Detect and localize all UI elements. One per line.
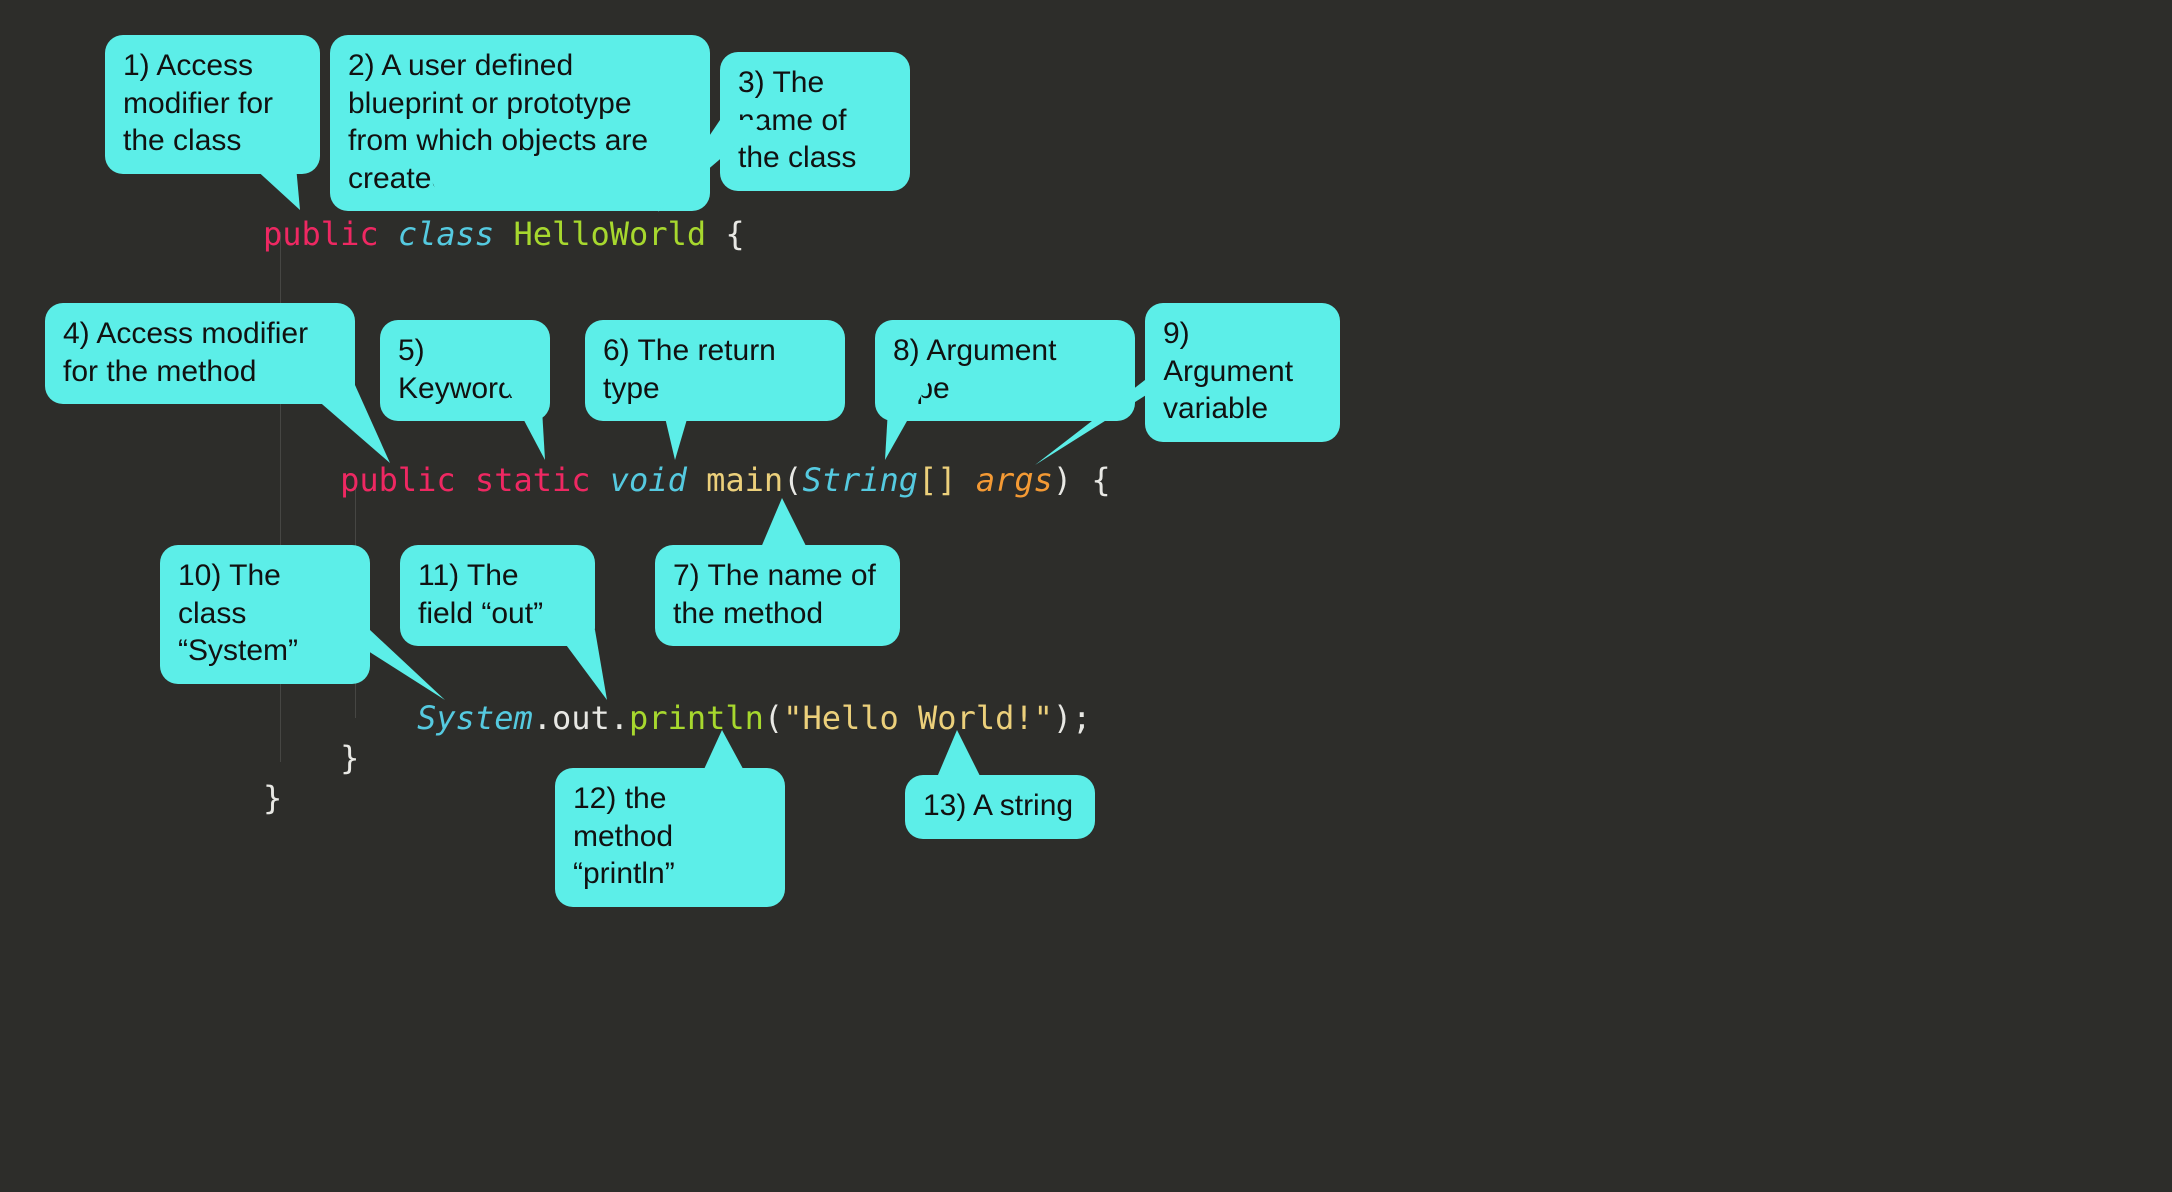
annotation-text: 8) Argument type xyxy=(893,334,1056,405)
annotation-text: 11) The field “out” xyxy=(418,559,543,630)
annotation-text: 6) The return type xyxy=(603,334,776,405)
annotation-text: 4) Access modifier for the method xyxy=(63,317,308,388)
annotation-4: 4) Access modifier for the method xyxy=(45,303,355,404)
token-class: class xyxy=(398,215,494,253)
token-public: public xyxy=(263,215,379,253)
annotation-8: 8) Argument type xyxy=(875,320,1135,421)
code-line-3: System.out.println("Hello World!"); xyxy=(263,698,1091,738)
annotation-7: 7) The name of the method xyxy=(655,545,900,646)
annotation-9: 9) Argument variable xyxy=(1145,303,1340,442)
token-classname: HelloWorld xyxy=(513,215,706,253)
code-line-1: public class HelloWorld { xyxy=(263,214,745,254)
token-string-literal: "Hello World!" xyxy=(783,699,1053,737)
token-static: static xyxy=(475,461,591,499)
diagram-canvas: 1) Access modifier for the class 2) A us… xyxy=(0,0,1507,827)
annotation-text: 1) Access modifier for the class xyxy=(123,49,273,157)
token-println: println xyxy=(629,699,764,737)
annotation-10: 10) The class “System” xyxy=(160,545,370,684)
token-out: out xyxy=(552,699,610,737)
annotation-11: 11) The field “out” xyxy=(400,545,595,646)
code-line-4: } xyxy=(263,738,359,778)
code-line-2: public static void main(String[] args) { xyxy=(263,460,1111,500)
annotation-1: 1) Access modifier for the class xyxy=(105,35,320,174)
annotation-6: 6) The return type xyxy=(585,320,845,421)
token-args: args xyxy=(976,461,1053,499)
annotation-text: 2) A user defined blueprint or prototype… xyxy=(348,49,648,195)
annotation-2: 2) A user defined blueprint or prototype… xyxy=(330,35,710,211)
annotation-text: 12) the method “println” xyxy=(573,782,675,890)
annotation-text: 3) The name of the class xyxy=(738,66,856,174)
token-void: void xyxy=(610,461,687,499)
token-brace: { xyxy=(706,215,745,253)
annotation-text: 10) The class “System” xyxy=(178,559,298,667)
annotation-3: 3) The name of the class xyxy=(720,52,910,191)
token-main: main xyxy=(706,461,783,499)
annotation-text: 5) Keyword xyxy=(398,334,515,405)
annotation-text: 9) Argument variable xyxy=(1163,317,1293,425)
annotation-5: 5) Keyword xyxy=(380,320,550,421)
annotation-text: 13) A string xyxy=(923,789,1073,822)
token-public: public xyxy=(340,461,456,499)
annotation-text: 7) The name of the method xyxy=(673,559,876,630)
token-system: System xyxy=(417,699,533,737)
token-string-type: String xyxy=(802,461,918,499)
annotation-13: 13) A string xyxy=(905,775,1095,839)
code-line-5: } xyxy=(263,778,282,818)
annotation-12: 12) the method “println” xyxy=(555,768,785,907)
